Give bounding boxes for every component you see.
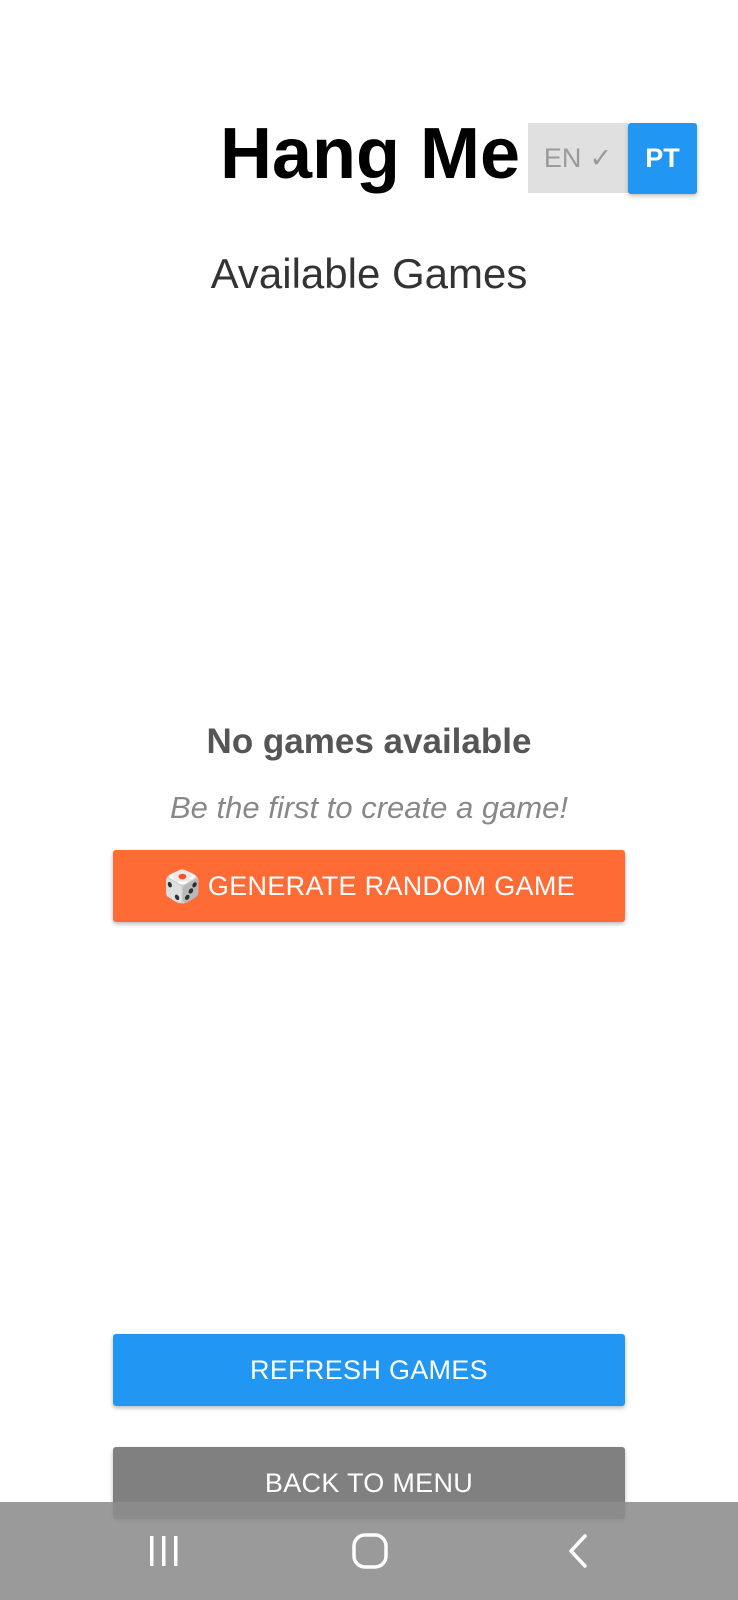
home-icon[interactable] [330,1502,410,1600]
language-pt-button[interactable]: PT [628,123,697,194]
language-pt-label: PT [645,143,680,173]
language-en-label: EN [543,142,582,173]
back-to-menu-label: BACK TO MENU [264,1467,474,1498]
empty-state-title: No games available [206,722,532,761]
refresh-games-button[interactable]: REFRESH GAMES [113,1334,625,1406]
app-screen: { "header": { "title": "Hang Me", "lang_… [0,0,738,1600]
generate-random-game-button[interactable]: 🎲 GENERATE RANDOM GAME [113,850,625,922]
dice-icon: 🎲 [163,868,202,904]
back-icon[interactable] [538,1502,618,1600]
system-navigation-bar [0,1502,738,1600]
recent-apps-icon[interactable] [124,1502,204,1600]
refresh-games-label: REFRESH GAMES [250,1354,488,1385]
page-subtitle: Available Games [210,250,528,297]
check-icon: ✓ [589,142,613,173]
empty-state-subtitle: Be the first to create a game! [169,790,569,825]
generate-random-game-label: GENERATE RANDOM GAME [207,870,575,901]
app-title: Hang Me [220,114,521,194]
language-en-button[interactable]: EN ✓ [528,123,628,193]
